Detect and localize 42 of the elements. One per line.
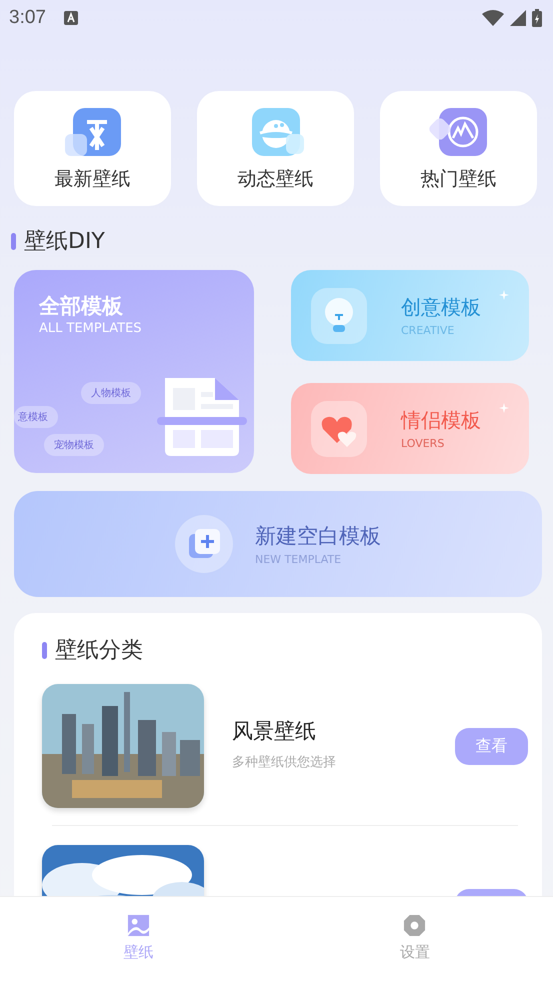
new-template-card[interactable]: 新建空白模板 NEW TEMPLATE xyxy=(14,491,542,597)
tab-item[interactable]: 壁纸 xyxy=(0,891,276,984)
card-title: 新建空白模板 xyxy=(255,523,381,550)
card-subtitle: CREATIVE xyxy=(401,324,456,337)
card-subtitle: ALL TEMPLATES xyxy=(39,321,142,336)
section-marker xyxy=(42,642,47,658)
tab-item[interactable]: 设置 xyxy=(276,891,553,984)
template-tag: 意模板 xyxy=(14,406,58,428)
category-card[interactable]: 动态壁纸 xyxy=(197,91,354,206)
template-tag: 宠物模板 xyxy=(44,434,104,456)
light-bulb-icon xyxy=(311,288,367,344)
section-marker xyxy=(11,232,16,250)
card-title: 全部模板 xyxy=(39,293,123,320)
category-label: 热门壁纸 xyxy=(420,166,496,192)
view-button[interactable]: 查看 xyxy=(455,728,528,764)
card-subtitle: NEW TEMPLATE xyxy=(255,553,342,566)
sparkle-icon xyxy=(499,403,509,413)
battery-icon xyxy=(532,9,542,27)
category-card[interactable]: 最新壁纸 xyxy=(14,91,171,206)
category-label: 最新壁纸 xyxy=(54,166,130,192)
category-label: 动态壁纸 xyxy=(238,166,314,192)
status-time: 3:07 xyxy=(9,7,46,29)
hearts-icon xyxy=(311,400,367,456)
template-card[interactable]: 情侣模板 LOVERS xyxy=(291,383,529,474)
category-card[interactable]: 热门壁纸 xyxy=(380,91,537,206)
image-icon xyxy=(126,914,150,936)
section-title: 壁纸DIY xyxy=(24,228,105,256)
card-subtitle: LOVERS xyxy=(401,437,446,450)
signal-icon xyxy=(510,10,526,26)
template-card[interactable]: 创意模板 CREATIVE xyxy=(291,270,529,361)
sparkle-icon xyxy=(499,290,509,300)
category-description: 多种壁纸供您选择 xyxy=(232,754,337,771)
card-title: 情侣模板 xyxy=(401,407,481,434)
all-templates-card[interactable]: 全部模板 ALL TEMPLATES 人物模板 意模板 宠物模板 xyxy=(14,270,254,473)
keyboard-icon xyxy=(64,11,78,25)
section-title: 壁纸分类 xyxy=(55,637,143,665)
card-title: 创意模板 xyxy=(401,294,481,321)
category-name: 风景壁纸 xyxy=(232,718,317,745)
wifi-icon xyxy=(482,10,504,26)
settings-icon xyxy=(403,914,426,936)
template-tag: 人物模板 xyxy=(81,382,141,404)
add-icon xyxy=(175,515,233,573)
